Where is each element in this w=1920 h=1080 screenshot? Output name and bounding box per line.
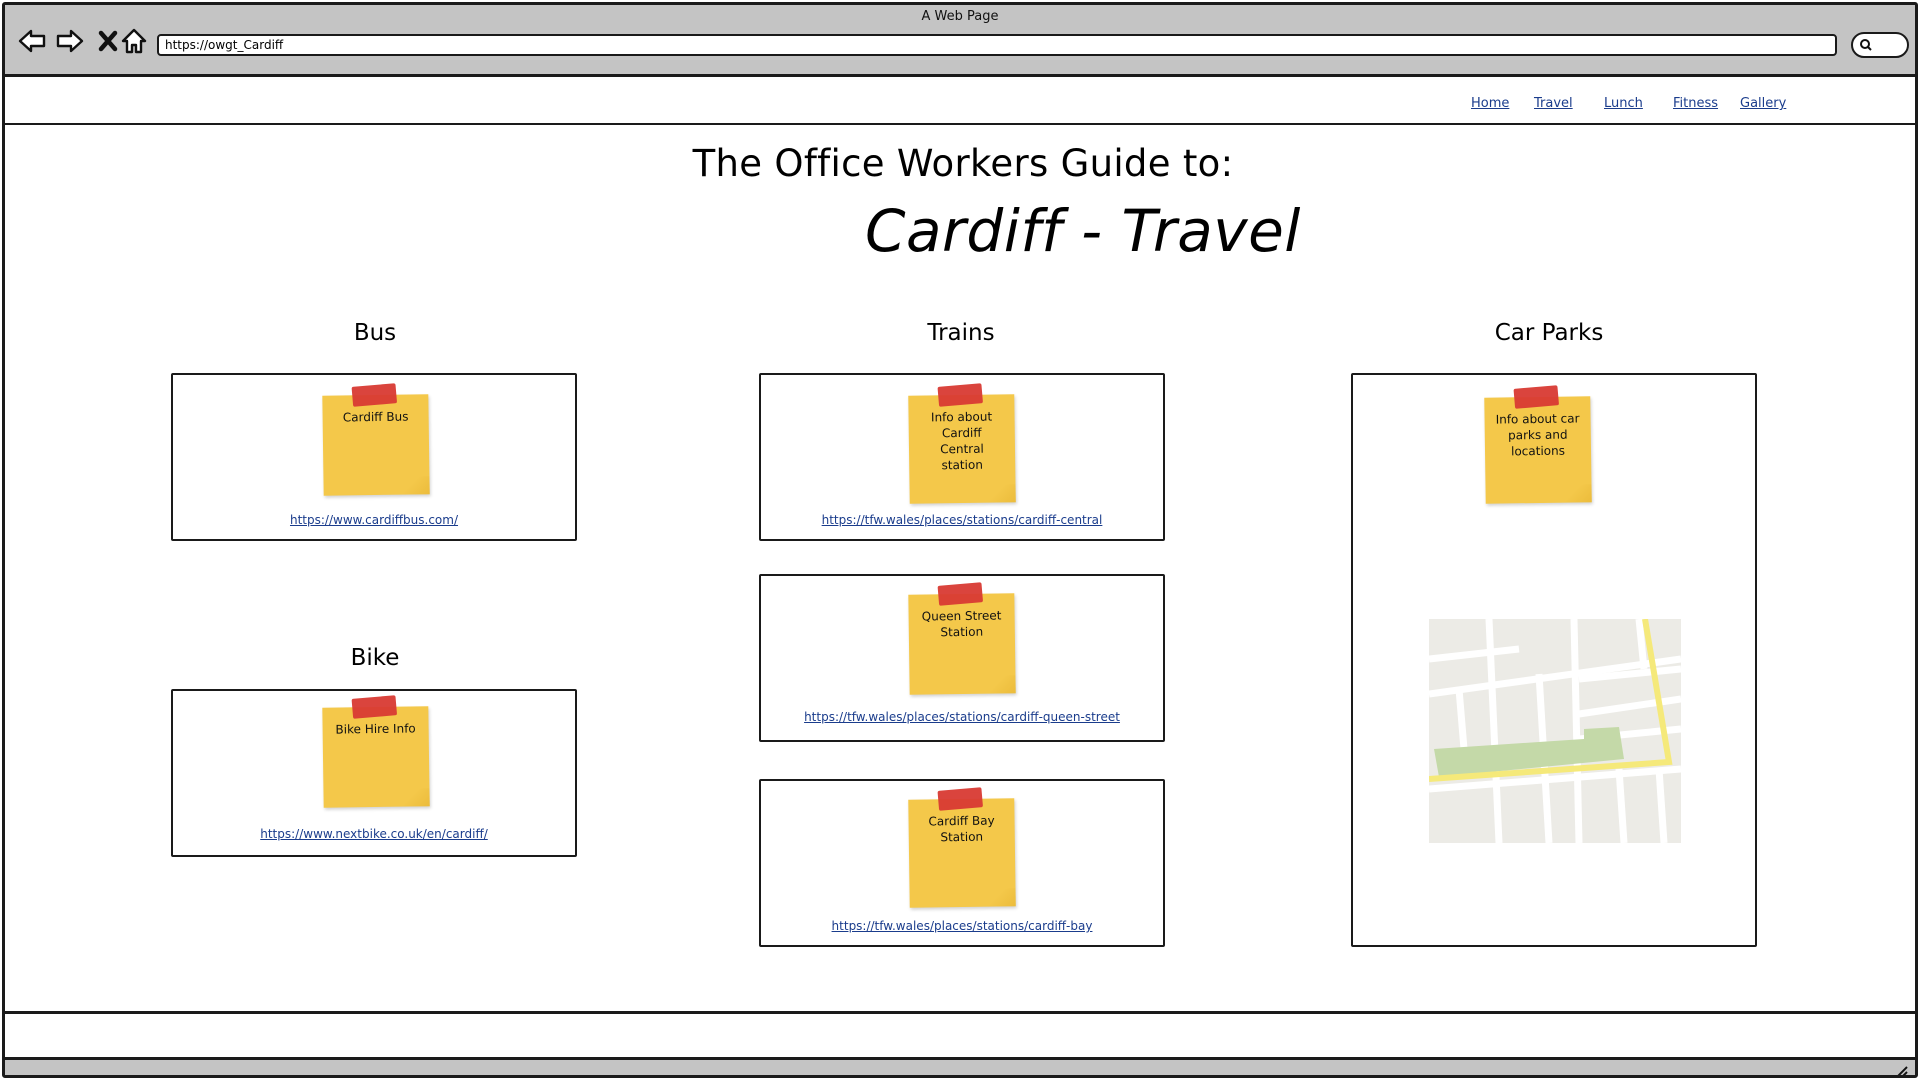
tape-icon (1513, 385, 1560, 409)
nav-link-travel[interactable]: Travel (1534, 96, 1573, 111)
browser-window: A Web Page https://owgt_Cardiff Home Tra… (2, 2, 1918, 1078)
top-navigation: Home Travel Lunch Fitness Gallery (5, 77, 1915, 125)
address-bar[interactable]: https://owgt_Cardiff (157, 34, 1837, 56)
train-note-text-bay: Cardiff Bay Station (928, 813, 995, 845)
carparks-card: Info about car parks and locations (1351, 373, 1757, 947)
carparks-section-title: Car Parks (1494, 320, 1604, 346)
tape-icon (937, 582, 984, 606)
car-park-map[interactable] (1429, 619, 1681, 843)
train-link-queen-street[interactable]: https://tfw.wales/places/stations/cardif… (761, 710, 1163, 724)
nav-link-lunch[interactable]: Lunch (1604, 96, 1643, 111)
window-title: A Web Page (921, 9, 999, 24)
search-icon (1860, 39, 1872, 51)
forward-button[interactable] (55, 26, 85, 56)
tape-icon (351, 383, 398, 407)
train-note-text-central: Info about Cardiff Central station (930, 409, 993, 473)
train-card-queen-street: Queen Street Station https://tfw.wales/p… (759, 574, 1165, 742)
back-button[interactable] (17, 26, 47, 56)
train-sticky-note-queen-street: Queen Street Station (908, 582, 1016, 695)
tape-icon (351, 695, 398, 719)
status-bar (5, 1057, 1915, 1078)
resize-handle-icon[interactable] (1893, 1063, 1909, 1078)
train-card-bay: Cardiff Bay Station https://tfw.wales/pl… (759, 779, 1165, 947)
nav-link-gallery[interactable]: Gallery (1740, 96, 1786, 111)
page-heading: The Office Workers Guide to: (692, 142, 1234, 185)
bus-sticky-note: Cardiff Bus (322, 383, 430, 496)
bike-card: Bike Hire Info https://www.nextbike.co.u… (171, 689, 577, 857)
train-note-text-queen-street: Queen Street Station (921, 608, 1002, 640)
bus-link[interactable]: https://www.cardiffbus.com/ (173, 513, 575, 527)
arrow-right-icon (56, 29, 84, 53)
trains-section-title: Trains (927, 320, 995, 346)
bus-section-title: Bus (353, 320, 397, 346)
search-button[interactable] (1851, 32, 1909, 58)
tape-icon (937, 383, 984, 407)
nav-link-home[interactable]: Home (1471, 96, 1509, 111)
home-icon (121, 28, 147, 54)
tape-icon (937, 787, 984, 811)
bike-section-title: Bike (350, 645, 400, 671)
carparks-sticky-note: Info about car parks and locations (1484, 385, 1592, 504)
bus-card: Cardiff Bus https://www.cardiffbus.com/ (171, 373, 577, 541)
nav-link-fitness[interactable]: Fitness (1673, 96, 1718, 111)
train-link-bay[interactable]: https://tfw.wales/places/stations/cardif… (761, 919, 1163, 933)
carparks-note-text: Info about car parks and locations (1495, 411, 1580, 459)
train-link-central[interactable]: https://tfw.wales/places/stations/cardif… (761, 513, 1163, 527)
train-card-central: Info about Cardiff Central station https… (759, 373, 1165, 541)
bike-note-text: Bike Hire Info (335, 721, 416, 737)
bus-note-text: Cardiff Bus (342, 409, 409, 425)
footer-divider (5, 1011, 1915, 1014)
bike-sticky-note: Bike Hire Info (322, 695, 430, 808)
browser-chrome: A Web Page https://owgt_Cardiff (5, 5, 1915, 77)
home-button[interactable] (119, 26, 149, 56)
arrow-left-icon (18, 29, 46, 53)
bike-link[interactable]: https://www.nextbike.co.uk/en/cardiff/ (173, 827, 575, 841)
train-sticky-note-bay: Cardiff Bay Station (908, 787, 1016, 908)
train-sticky-note-central: Info about Cardiff Central station (908, 383, 1016, 504)
map-icon (1429, 619, 1681, 843)
page-content: Home Travel Lunch Fitness Gallery The Of… (5, 77, 1915, 1011)
page-subheading: Cardiff - Travel (865, 197, 1301, 265)
